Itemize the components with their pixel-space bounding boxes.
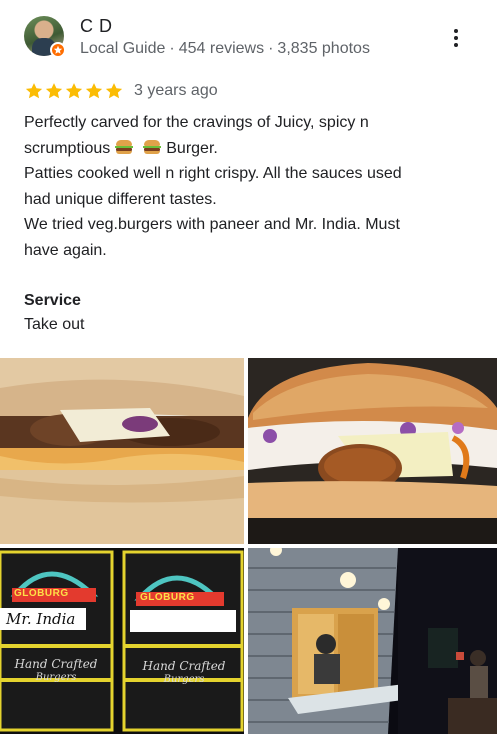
reviewer-review-count: 454 reviews	[178, 40, 265, 57]
review-time: 3 years ago	[134, 82, 218, 99]
box-tagline-line: Burgers	[163, 674, 205, 685]
box-tagline-line: Burgers	[35, 672, 77, 683]
star-icon	[25, 83, 43, 99]
review-header: C D Local Guide · 454 reviews · 3,835 photos	[24, 16, 473, 64]
box-tagline-line: Hand Crafted	[142, 659, 226, 673]
review-photos: GLOBURG GLOBURG Mr. India Hand Crafted B…	[0, 358, 497, 734]
review-photo-boxes[interactable]: GLOBURG GLOBURG Mr. India Hand Crafted B…	[0, 548, 244, 734]
burger-emoji-icon	[115, 139, 134, 154]
review-line-text: scrumptious	[24, 139, 111, 157]
star-icon	[45, 83, 63, 99]
box-tagline: Hand Crafted Burgers	[128, 660, 240, 686]
box-tagline-line: Hand Crafted	[14, 657, 98, 671]
reviewer-meta: Local Guide · 454 reviews · 3,835 photos	[80, 40, 370, 58]
burger-emoji-icon	[143, 139, 162, 154]
reviewer-photo-count: 3,835 photos	[277, 40, 370, 57]
review-photo-burger-1[interactable]	[0, 358, 244, 544]
attribute-title: Service	[24, 292, 81, 309]
attribute-value: Take out	[24, 316, 85, 333]
star-icon	[65, 83, 83, 99]
star-icon	[105, 83, 123, 99]
review-line: We tried veg.burgers with paneer and Mr.…	[24, 216, 400, 233]
more-vert-icon[interactable]	[444, 22, 468, 54]
review-photo-burger-2[interactable]	[248, 358, 497, 544]
review-photo-foodtruck[interactable]	[248, 548, 497, 734]
review-line: have again.	[24, 241, 107, 259]
meta-separator: ·	[169, 40, 175, 57]
star-rating	[24, 81, 124, 101]
box-note-label: Mr. India	[6, 610, 76, 628]
meta-separator: ·	[268, 40, 274, 57]
review-line-text: Burger.	[166, 139, 218, 157]
star-icon	[85, 83, 103, 99]
reviewer-level: Local Guide	[80, 40, 166, 57]
box-brand-label: GLOBURG	[14, 588, 69, 599]
review-text: Perfectly carved for the cravings of Jui…	[24, 110, 474, 263]
box-tagline: Hand Crafted Burgers	[2, 658, 110, 684]
review-line: had unique different tastes.	[24, 190, 217, 208]
review-rating: 3 years ago	[24, 80, 218, 102]
reviewer-name[interactable]: C D	[80, 16, 113, 37]
review-line: Patties cooked well n right crispy. All …	[24, 165, 402, 182]
review-line: Perfectly carved for the cravings of Jui…	[24, 114, 369, 131]
box-brand-label: GLOBURG	[140, 592, 195, 603]
review-line: scrumptious Burger.	[24, 136, 474, 162]
local-guide-badge-icon	[50, 42, 66, 58]
